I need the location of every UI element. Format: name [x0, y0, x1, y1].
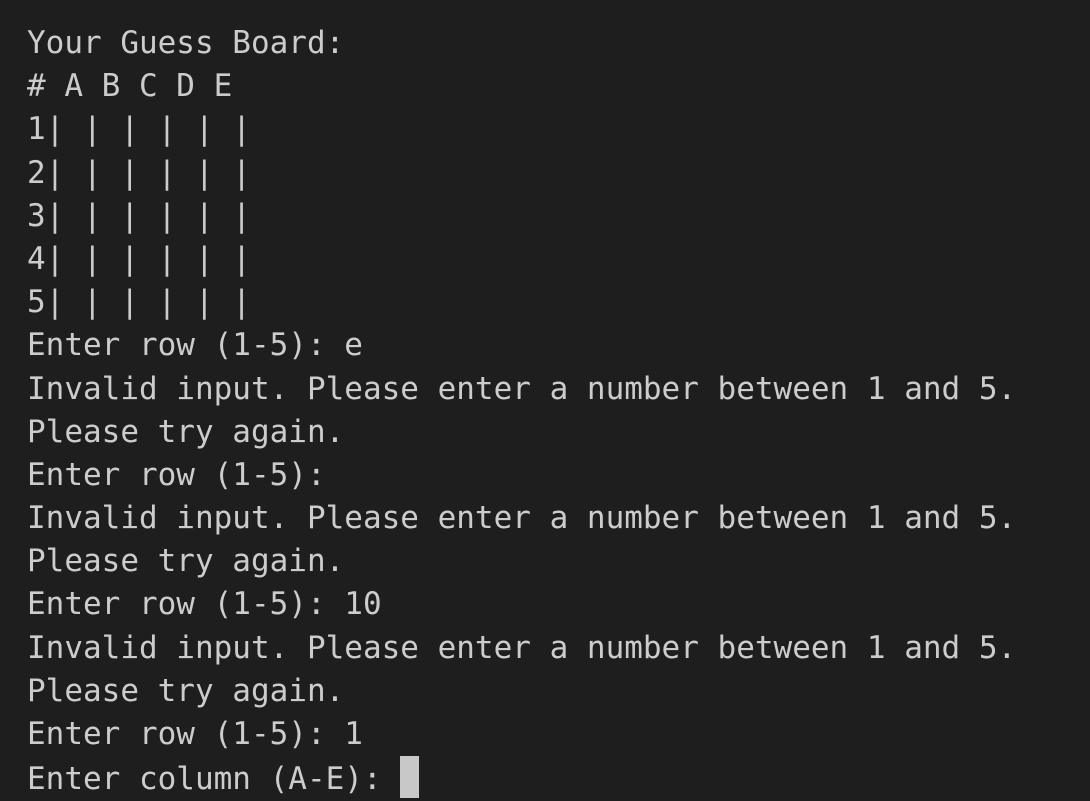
terminal-line: Please try again. [27, 413, 345, 450]
terminal-output[interactable]: Your Guess Board: # A B C D E 1| | | | |… [27, 22, 1090, 800]
column-prompt: Enter column (A-E): [27, 761, 401, 798]
terminal-line: Invalid input. Please enter a number bet… [27, 370, 1017, 407]
text-cursor [400, 756, 420, 799]
board-row: 4| | | | | | [27, 240, 251, 277]
terminal-line: Invalid input. Please enter a number bet… [27, 629, 1017, 666]
terminal-line: Invalid input. Please enter a number bet… [27, 500, 1017, 537]
terminal-line: Enter row (1-5): 10 [27, 586, 382, 623]
board-row: 5| | | | | | [27, 284, 251, 321]
terminal-line: Enter row (1-5): 1 [27, 716, 363, 752]
board-header-row: # A B C D E [27, 68, 233, 105]
board-row: 3| | | | | | [27, 197, 251, 234]
terminal-line: Enter row (1-5): e [27, 327, 363, 364]
board-title: Your Guess Board: [27, 25, 345, 61]
board-row: 1| | | | | | [27, 111, 251, 148]
board-row: 2| | | | | | [27, 154, 251, 191]
terminal-line: Enter row (1-5): [27, 456, 326, 493]
terminal-line: Please try again. [27, 672, 345, 709]
terminal-line: Please try again. [27, 543, 345, 580]
current-input-line[interactable]: Enter column (A-E): [27, 756, 1090, 799]
